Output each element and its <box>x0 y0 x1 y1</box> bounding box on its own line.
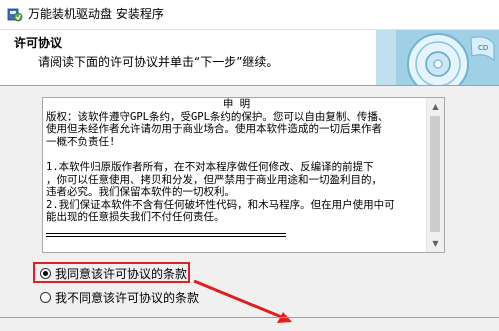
footer-divider <box>0 317 499 318</box>
annotation-arrow-icon <box>193 279 292 323</box>
